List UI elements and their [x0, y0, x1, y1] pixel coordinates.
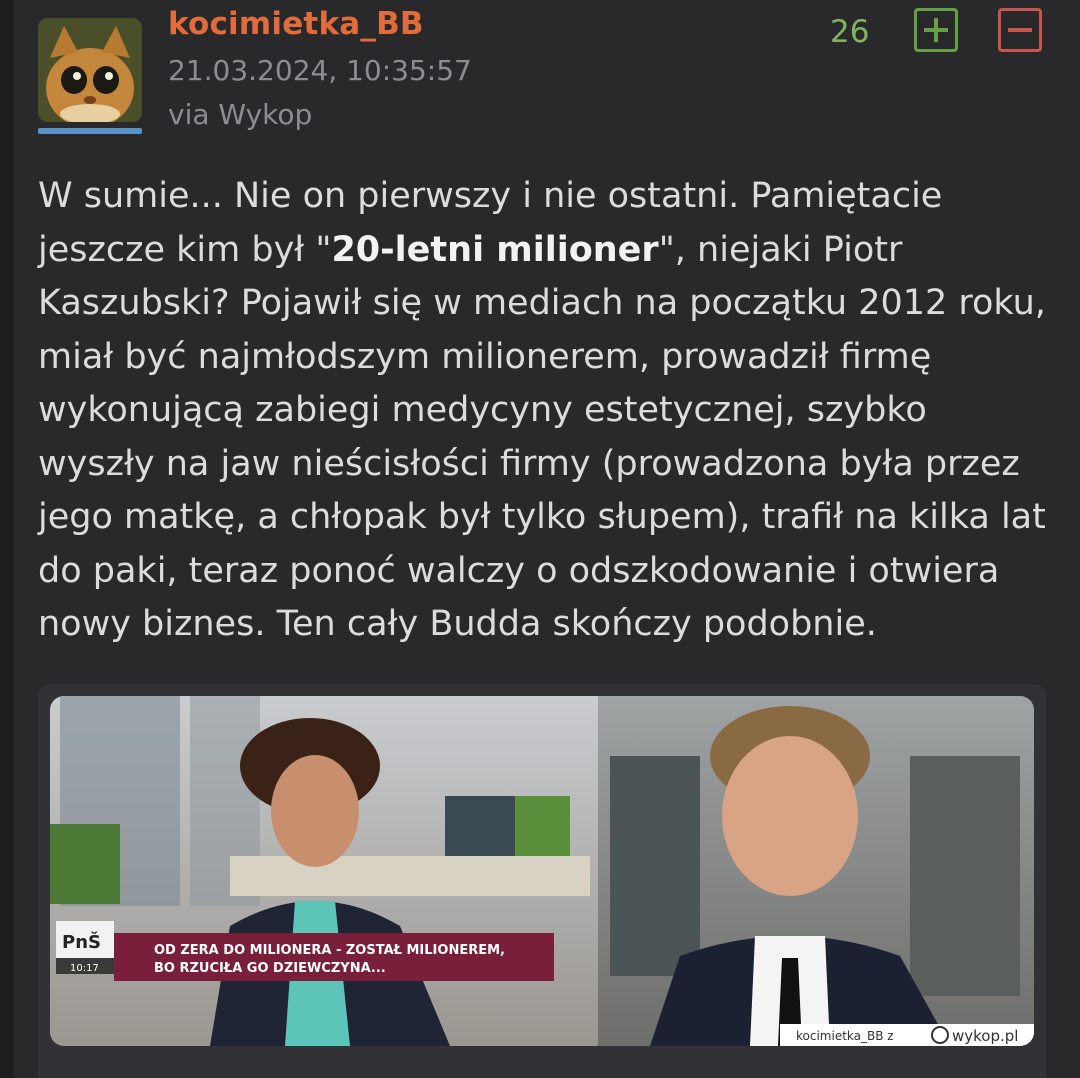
- cat-avatar-icon: [38, 18, 142, 122]
- downvote-button[interactable]: [998, 8, 1042, 52]
- caption-line1: OD ZERA DO MILIONERA - ZOSTAŁ MILIONEREM…: [154, 943, 505, 958]
- upvote-button[interactable]: [914, 8, 958, 52]
- post-text-part2: ", niejaki Piotr Kaszubski? Pojawił się …: [38, 229, 1046, 645]
- plus-icon: [924, 18, 948, 42]
- tv-time: 10:17: [70, 963, 99, 974]
- tv-logo: PnŠ: [62, 931, 101, 953]
- author-avatar[interactable]: [38, 18, 142, 122]
- watermark-user: kocimietka_BB z: [796, 1029, 894, 1043]
- minus-icon: [1008, 28, 1032, 32]
- vote-score: 26: [830, 14, 870, 50]
- post-body: W sumie... Nie on pierwszy i nie ostatni…: [38, 170, 1048, 652]
- watermark-site: wykop.pl: [952, 1027, 1018, 1045]
- author-name[interactable]: kocimietka_BB: [168, 6, 424, 42]
- post-date[interactable]: 21.03.2024, 10:35:57: [168, 54, 472, 87]
- caption-line2: BO RZUCIŁA GO DZIEWCZYNA...: [154, 961, 386, 976]
- embedded-image[interactable]: PnŠ 10:17 OD ZERA DO MILIONERA - ZOSTAŁ …: [50, 696, 1034, 1046]
- post-text-bold: 20-letni milioner: [331, 229, 659, 270]
- post-source: via Wykop: [168, 98, 313, 131]
- avatar-underline: [38, 128, 142, 134]
- tv-photo-composite: PnŠ 10:17 OD ZERA DO MILIONERA - ZOSTAŁ …: [50, 696, 1034, 1046]
